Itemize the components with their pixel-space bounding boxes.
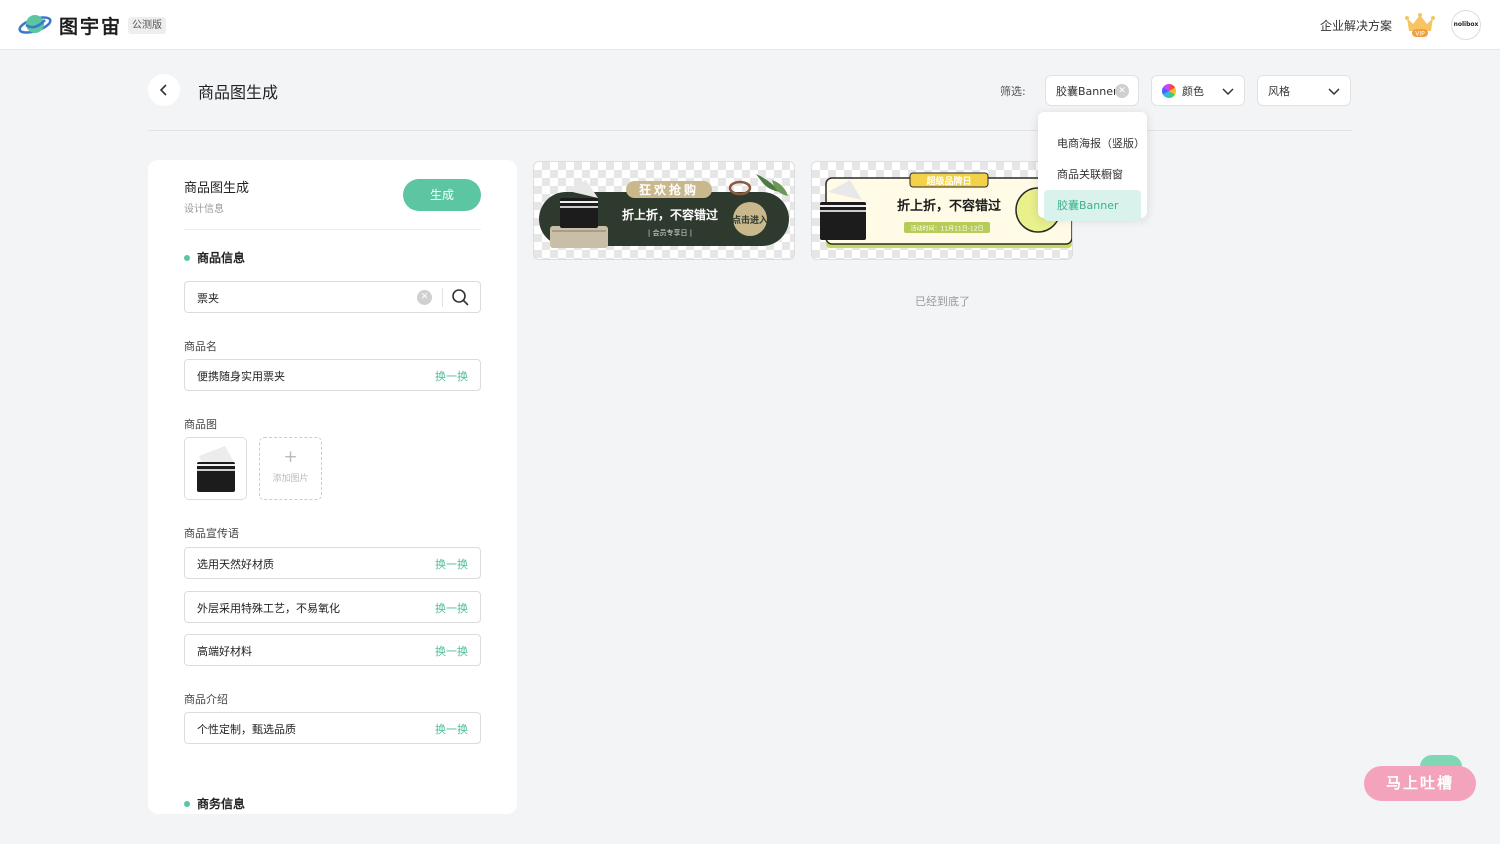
color-wheel-icon — [1162, 83, 1176, 98]
search-separator — [442, 288, 443, 307]
section-product-info: 商品信息 — [184, 249, 245, 266]
product-thumbnail[interactable] — [184, 437, 247, 500]
section-business-info: 商务信息 — [184, 795, 245, 812]
panel-divider — [184, 229, 481, 230]
slogan-value: 外层采用特殊工艺，不易氧化 — [197, 602, 340, 615]
add-image-label: 添加图片 — [272, 474, 309, 484]
slogan-value: 选用天然好材质 — [197, 558, 274, 571]
dropdown-item-capsule-banner[interactable]: 胶囊Banner — [1044, 190, 1141, 221]
result-card[interactable]: 超级品牌日 折上折，不容错过 活动时间：11月11日-12日 — [811, 161, 1073, 260]
end-of-list-text: 已经到底了 — [915, 295, 970, 308]
filter-label: 筛选: — [1000, 85, 1026, 98]
chevron-down-icon — [1222, 88, 1234, 96]
filter-color-select[interactable]: 颜色 — [1151, 75, 1245, 106]
add-image-button[interactable]: + 添加图片 — [259, 437, 322, 500]
filter-type-select[interactable]: 胶囊Banner ✕ — [1045, 75, 1139, 106]
vip-crown-icon[interactable]: VIP — [1404, 12, 1436, 38]
generate-button[interactable]: 生成 — [403, 179, 481, 211]
chevron-down-icon — [1328, 88, 1340, 96]
product-name-value: 便携随身实用票夹 — [197, 370, 285, 383]
type-dropdown-menu: 电商海报（竖版） 商品关联橱窗 胶囊Banner — [1038, 112, 1147, 221]
card-subline: 活动时间：11月11日-12日 — [910, 225, 983, 233]
swap-button[interactable]: 换一换 — [435, 368, 468, 384]
swap-button[interactable]: 换一换 — [435, 643, 468, 659]
swap-button[interactable]: 换一换 — [435, 721, 468, 737]
slogan-field[interactable]: 选用天然好材质 换一换 — [184, 547, 481, 579]
plus-icon: + — [283, 447, 298, 467]
wallet-image — [185, 438, 246, 499]
panel-title: 商品图生成 — [184, 181, 250, 196]
clear-filter-icon[interactable]: ✕ — [1115, 84, 1129, 98]
card-top-tag: 狂欢抢购 — [639, 182, 699, 197]
dropdown-item-poster[interactable]: 电商海报（竖版） — [1044, 128, 1145, 159]
panel-subtitle: 设计信息 — [184, 204, 224, 215]
capsule-banner-image: 狂欢抢购 折上折，不容错过 | 会员专享日 | 点击进入 — [539, 174, 789, 248]
section-business-info-label: 商务信息 — [197, 797, 246, 811]
search-value: 票夹 — [197, 292, 219, 305]
dropdown-item-window[interactable]: 商品关联橱窗 — [1044, 159, 1141, 190]
feedback-button[interactable]: 马上吐槽 — [1364, 766, 1476, 801]
enterprise-solutions-link[interactable]: 企业解决方案 — [1320, 17, 1392, 34]
slogan-label: 商品宣传语 — [184, 527, 239, 540]
clear-search-icon[interactable]: ✕ — [417, 290, 432, 305]
product-image-label: 商品图 — [184, 418, 217, 431]
capsule-banner-image: 超级品牌日 折上折，不容错过 活动时间：11月11日-12日 — [820, 172, 1072, 248]
section-product-info-label: 商品信息 — [197, 251, 246, 265]
user-avatar[interactable]: nolibox — [1451, 10, 1481, 40]
filter-color-label: 颜色 — [1182, 84, 1204, 98]
card-cta: 点击进入 — [732, 214, 768, 226]
section-dot — [184, 800, 190, 807]
card-headline: 折上折，不容错过 — [897, 198, 1001, 214]
product-form-panel: 商品图生成 设计信息 生成 商品信息 票夹 ✕ 商品名 便携随身实用票夹 换一换… — [148, 160, 517, 814]
card-headline: 折上折，不容错过 — [622, 207, 718, 222]
planet-logo-icon[interactable] — [18, 11, 52, 39]
intro-value: 个性定制，甄选品质 — [197, 723, 296, 736]
swap-button[interactable]: 换一换 — [435, 556, 468, 572]
product-name-label: 商品名 — [184, 340, 217, 353]
top-bar: 图宇宙 公测版 企业解决方案 VIP nolibox — [0, 0, 1500, 50]
back-button[interactable] — [148, 74, 180, 106]
beta-badge: 公测版 — [128, 17, 166, 34]
page-title: 商品图生成 — [198, 83, 279, 102]
slogan-field[interactable]: 外层采用特殊工艺，不易氧化 换一换 — [184, 591, 481, 623]
intro-label: 商品介绍 — [184, 693, 228, 706]
header-divider — [148, 130, 1352, 131]
swap-button[interactable]: 换一换 — [435, 600, 468, 616]
card-subline: | 会员专享日 | — [648, 228, 692, 237]
filter-style-label: 风格 — [1268, 84, 1290, 98]
slogan-value: 高端好材料 — [197, 645, 252, 658]
vip-label: VIP — [1415, 31, 1425, 38]
card-top-tag: 超级品牌日 — [925, 175, 971, 187]
logo-text[interactable]: 图宇宙 — [59, 12, 122, 39]
section-dot — [184, 254, 190, 261]
result-card[interactable]: 狂欢抢购 折上折，不容错过 | 会员专享日 | 点击进入 — [533, 161, 795, 260]
slogan-field[interactable]: 高端好材料 换一换 — [184, 634, 481, 666]
filter-style-select[interactable]: 风格 — [1257, 75, 1351, 106]
product-search-input[interactable]: 票夹 ✕ — [184, 281, 481, 313]
intro-field[interactable]: 个性定制，甄选品质 换一换 — [184, 712, 481, 744]
chevron-left-icon — [159, 84, 167, 96]
product-name-field[interactable]: 便携随身实用票夹 换一换 — [184, 359, 481, 391]
search-icon[interactable] — [451, 288, 470, 307]
filter-type-value: 胶囊Banner — [1056, 84, 1118, 98]
